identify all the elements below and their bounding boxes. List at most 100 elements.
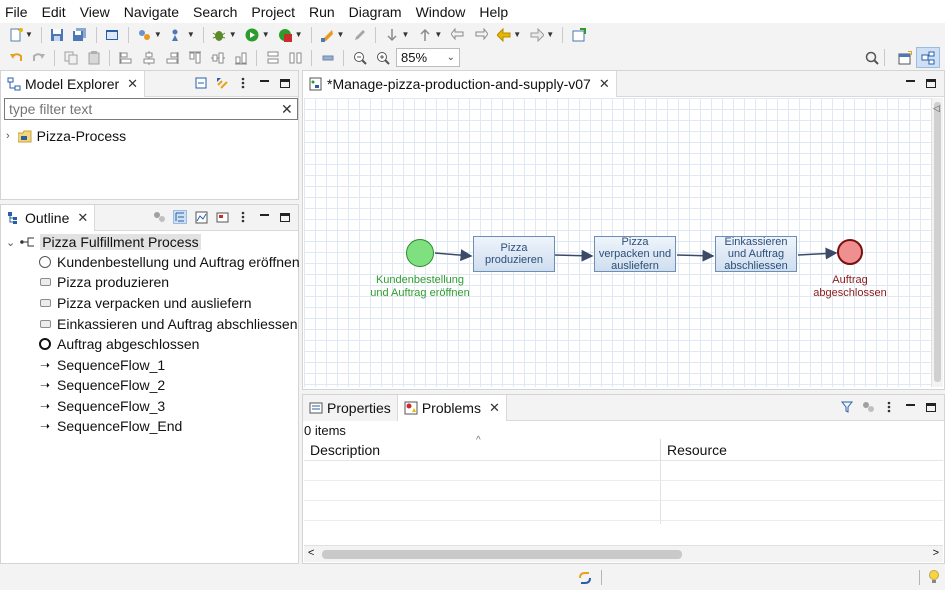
align-center-icon[interactable] — [141, 50, 156, 65]
redo-icon[interactable] — [31, 50, 46, 65]
minimize-icon[interactable] — [903, 400, 917, 414]
outline-item[interactable]: Auftrag abgeschlossen — [39, 334, 199, 354]
outline-item[interactable]: ➝ SequenceFlow_End — [39, 416, 182, 436]
search-icon[interactable] — [864, 50, 879, 65]
tab-problems[interactable]: Problems ✕ — [397, 394, 507, 421]
next-annotation-dropdown-icon[interactable]: ▼ — [401, 30, 409, 39]
tree-item-pizza-process[interactable]: › Pizza-Process — [6, 126, 126, 146]
chevron-down-icon[interactable]: ⌄ — [447, 52, 455, 63]
tab-outline[interactable]: Outline ✕ — [1, 204, 96, 231]
sync-icon[interactable] — [578, 571, 592, 588]
sequence-flow-1[interactable] — [434, 249, 473, 262]
end-event[interactable] — [837, 239, 863, 265]
forward-dropdown-icon[interactable]: ▼ — [546, 30, 554, 39]
maximize-icon[interactable] — [278, 210, 292, 224]
task-pizza-produzieren[interactable]: Pizza produzieren — [473, 236, 555, 272]
diagram-canvas[interactable]: Kundenbestellung und Auftrag eröffnen Pi… — [304, 98, 941, 387]
back-icon[interactable] — [496, 27, 511, 42]
outline-item[interactable]: ➝ SequenceFlow_3 — [39, 396, 165, 416]
clear-filter-icon[interactable]: ✕ — [281, 101, 293, 118]
vertical-scrollbar[interactable]: ◁ — [931, 98, 943, 387]
minimize-icon[interactable] — [903, 76, 917, 90]
modeling-perspective-icon[interactable] — [916, 47, 940, 68]
pen-icon[interactable] — [352, 27, 367, 42]
open-type-icon[interactable] — [137, 27, 152, 42]
undo-icon[interactable] — [8, 50, 23, 65]
chevron-down-icon[interactable]: ⌄ — [6, 236, 15, 249]
publish-dropdown-icon[interactable]: ▼ — [337, 30, 345, 39]
previous-annotation-icon[interactable] — [417, 27, 432, 42]
task-einkassieren[interactable]: Einkassieren und Auftrag abschliessen — [715, 236, 797, 272]
outline-item[interactable]: Pizza produzieren — [39, 272, 169, 292]
match-height-icon[interactable] — [288, 50, 303, 65]
show-tree-icon[interactable] — [173, 210, 187, 224]
column-description[interactable]: Description ^ — [304, 435, 661, 460]
pin-editor-icon[interactable] — [571, 27, 586, 42]
sequence-flow-3[interactable] — [676, 249, 715, 262]
zoom-in-icon[interactable] — [375, 50, 390, 65]
run-on-server-icon[interactable] — [170, 27, 185, 42]
last-edit-icon[interactable] — [450, 27, 465, 42]
outline-item[interactable]: Kundenbestellung und Auftrag eröffnen — [39, 252, 300, 272]
scroll-left-icon[interactable]: < — [308, 547, 314, 559]
show-diagram-icon[interactable] — [194, 210, 208, 224]
close-icon[interactable]: ✕ — [489, 400, 500, 416]
open-type-dropdown-icon[interactable]: ▼ — [154, 30, 162, 39]
forward-icon[interactable] — [529, 27, 544, 42]
outline-item[interactable]: ➝ SequenceFlow_1 — [39, 355, 165, 375]
view-menu-icon[interactable] — [882, 400, 896, 414]
debug-dropdown-icon[interactable]: ▼ — [229, 30, 237, 39]
save-all-icon[interactable] — [73, 27, 88, 42]
column-resource[interactable]: Resource — [661, 439, 943, 460]
maximize-icon[interactable] — [924, 400, 938, 414]
view-menu-icon[interactable] — [236, 210, 250, 224]
configure-columns-icon[interactable] — [861, 400, 875, 414]
menu-diagram[interactable]: Diagram — [349, 4, 402, 20]
maximize-icon[interactable] — [278, 76, 292, 90]
minimize-icon[interactable] — [257, 210, 271, 224]
close-icon[interactable]: ✕ — [127, 76, 138, 92]
menu-search[interactable]: Search — [193, 4, 237, 20]
align-bottom-icon[interactable] — [233, 50, 248, 65]
align-left-icon[interactable] — [118, 50, 133, 65]
menu-edit[interactable]: Edit — [42, 4, 66, 20]
tab-diagram-editor[interactable]: *Manage-pizza-production-and-supply-v07 … — [303, 70, 617, 97]
align-top-icon[interactable] — [187, 50, 202, 65]
outline-item[interactable]: Einkassieren und Auftrag abschliessen — [39, 314, 297, 334]
zoom-out-icon[interactable] — [352, 50, 367, 65]
maximize-icon[interactable] — [924, 76, 938, 90]
menu-file[interactable]: File — [5, 4, 28, 20]
align-right-icon[interactable] — [164, 50, 179, 65]
copy-icon[interactable] — [63, 50, 78, 65]
menu-project[interactable]: Project — [251, 4, 295, 20]
new-icon[interactable] — [8, 27, 23, 42]
minimize-icon[interactable] — [257, 76, 271, 90]
view-menu-icon[interactable] — [236, 76, 250, 90]
close-icon[interactable]: ✕ — [599, 76, 610, 92]
back-dropdown-icon[interactable]: ▼ — [513, 30, 521, 39]
new-dropdown-icon[interactable]: ▼ — [25, 30, 33, 39]
delete-icon[interactable] — [320, 50, 335, 65]
previous-annotation-dropdown-icon[interactable]: ▼ — [434, 30, 442, 39]
collapse-palette-icon[interactable]: ◁ — [933, 103, 940, 114]
external-tools-icon[interactable] — [278, 27, 293, 42]
tab-model-explorer[interactable]: Model Explorer ✕ — [1, 70, 146, 97]
paste-icon[interactable] — [86, 50, 101, 65]
horizontal-scrollbar[interactable]: < > — [304, 545, 943, 562]
next-annotation-icon[interactable] — [384, 27, 399, 42]
filter-icon[interactable] — [840, 400, 854, 414]
tab-properties[interactable]: Properties — [303, 394, 398, 421]
align-middle-icon[interactable] — [210, 50, 225, 65]
scroll-right-icon[interactable]: > — [933, 547, 939, 559]
scrollbar-thumb[interactable] — [934, 102, 941, 382]
menu-help[interactable]: Help — [479, 4, 508, 20]
show-overview-icon[interactable] — [152, 210, 166, 224]
match-width-icon[interactable] — [265, 50, 280, 65]
zoom-combo[interactable]: 85% ⌄ — [396, 48, 460, 67]
collapse-all-icon[interactable] — [194, 76, 208, 90]
terminal-icon[interactable] — [105, 27, 120, 42]
debug-icon[interactable] — [212, 27, 227, 42]
open-perspective-icon[interactable] — [897, 50, 912, 65]
menu-navigate[interactable]: Navigate — [124, 4, 179, 20]
save-icon[interactable] — [50, 27, 65, 42]
